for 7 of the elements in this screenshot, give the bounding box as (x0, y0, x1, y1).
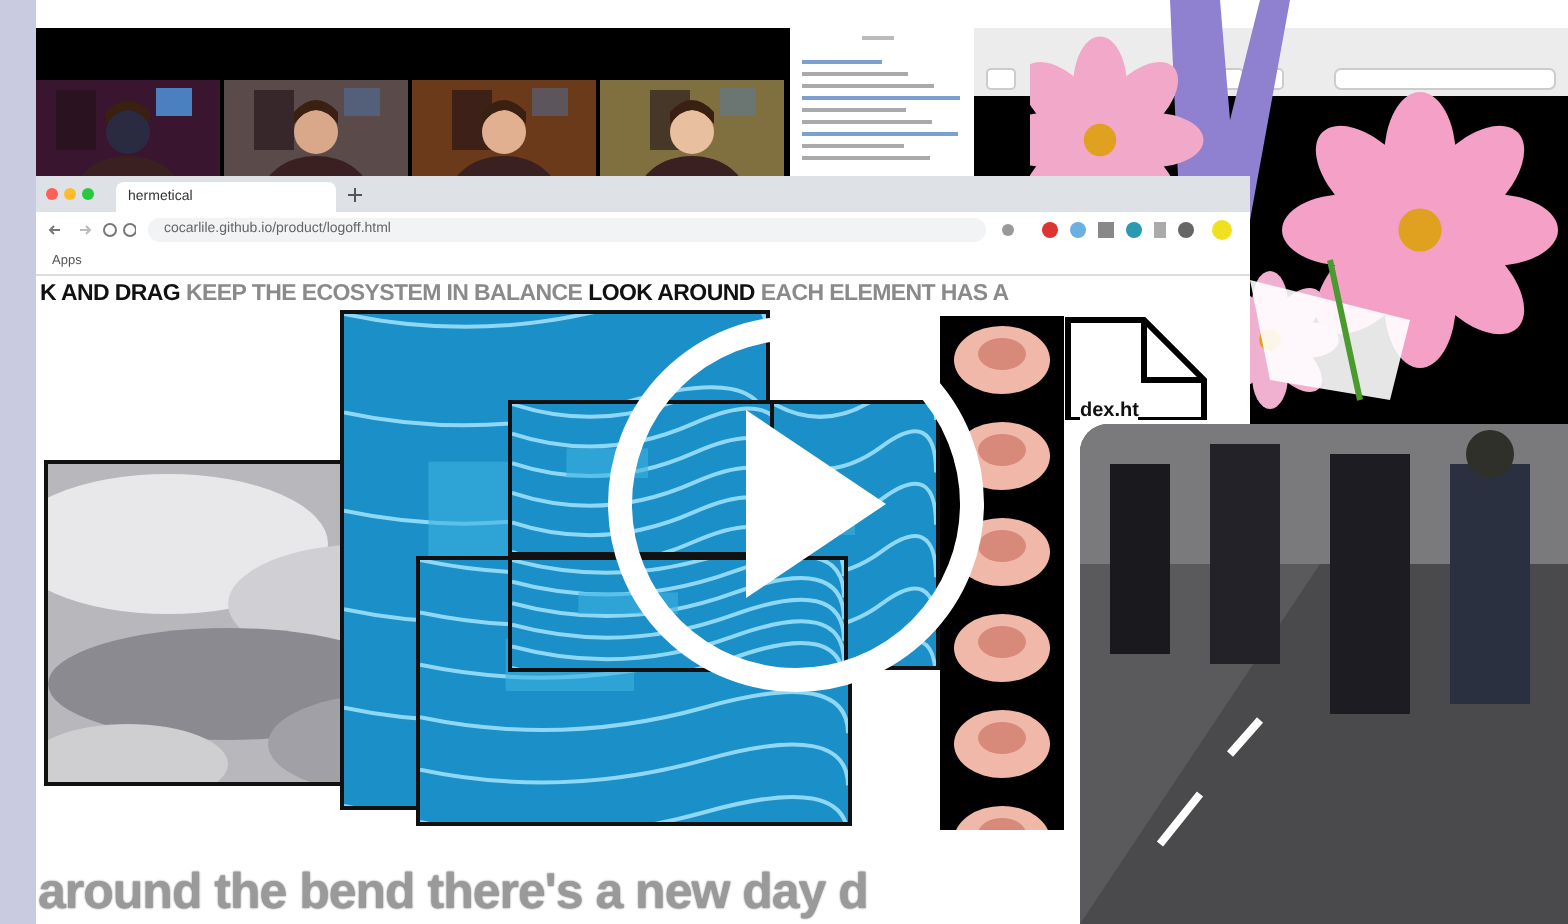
new-tab-icon[interactable] (348, 187, 362, 201)
marquee-text: K AND DRAG (40, 280, 181, 310)
marquee-text: KEEP THE ECOSYSTEM IN BALANCE (186, 280, 583, 310)
navigation-icon[interactable] (48, 222, 136, 238)
caption-text: around the bend there's a new day d (38, 862, 868, 924)
marquee-text: EACH ELEMENT HAS A (760, 280, 1009, 310)
marquee-text: LOOK AROUND (588, 280, 755, 310)
